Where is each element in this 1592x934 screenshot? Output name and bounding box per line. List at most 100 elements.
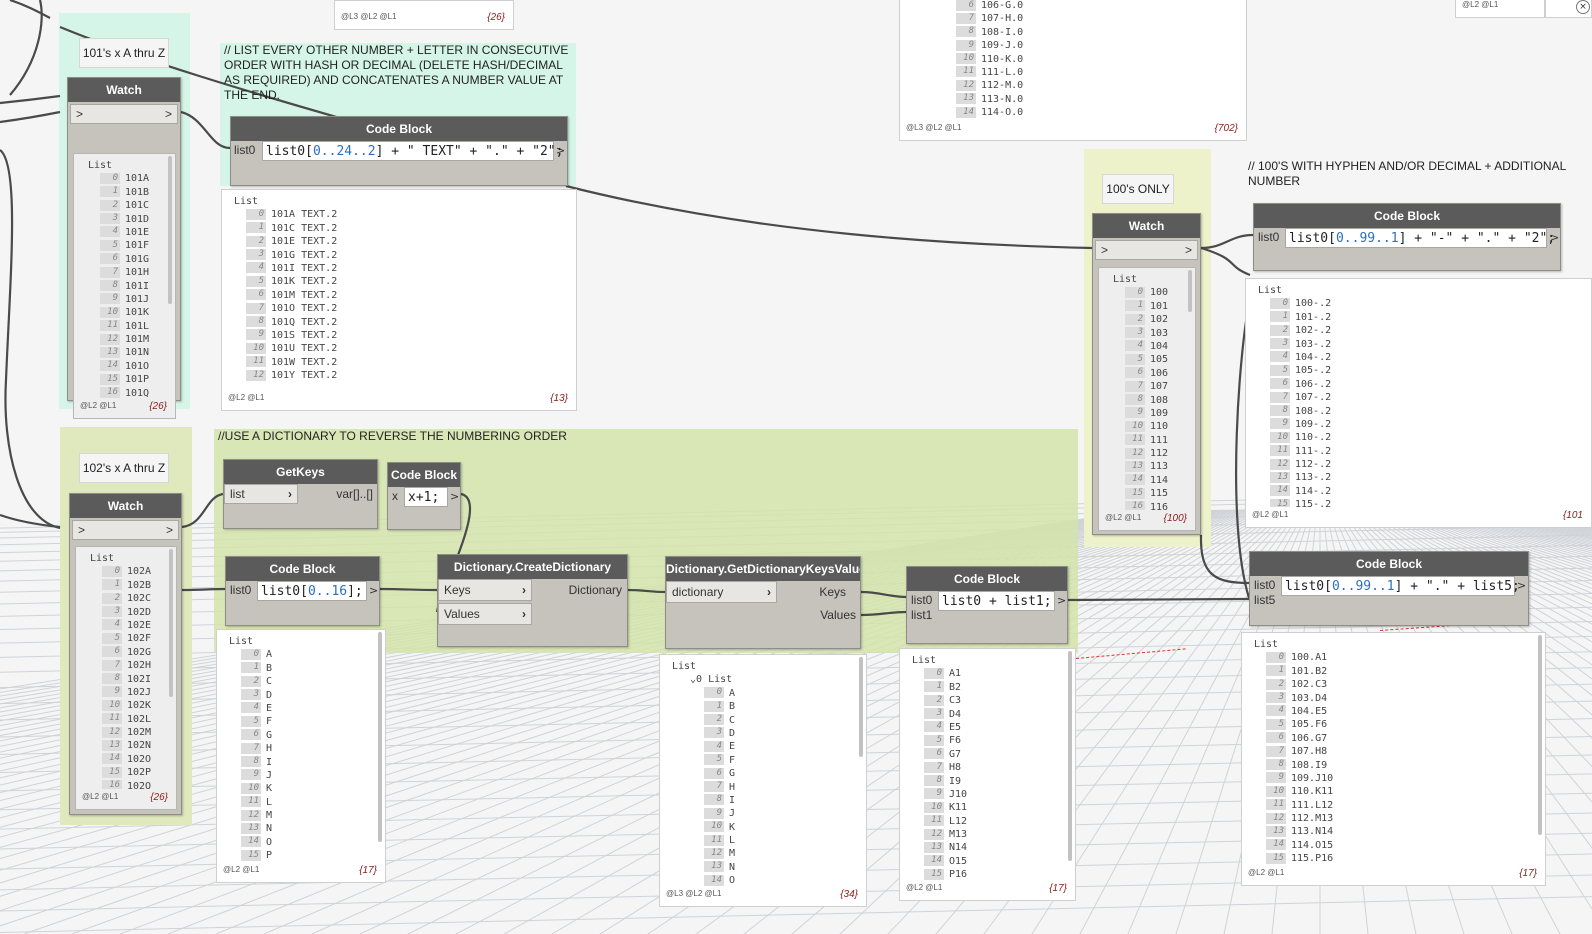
list-item[interactable]: 11 L xyxy=(672,834,866,847)
list-item[interactable]: 5 101F xyxy=(88,239,175,252)
list-item[interactable]: 6G xyxy=(672,767,866,780)
list-item[interactable]: 0 101A xyxy=(88,172,175,185)
list-item[interactable]: 13 N xyxy=(672,861,866,874)
watch-port-row[interactable]: > > xyxy=(70,104,178,124)
port-values[interactable]: Values › xyxy=(438,603,532,625)
dynamo-canvas[interactable]: // LIST EVERY OTHER NUMBER + LETTER IN C… xyxy=(0,0,1592,934)
list-item[interactable]: 10 K11 xyxy=(912,801,1075,814)
port-list5[interactable]: list5 xyxy=(1254,593,1275,607)
list-item[interactable]: 5 105 xyxy=(1113,353,1195,366)
list-item[interactable]: 12 112-.2 xyxy=(1258,458,1591,471)
list-item[interactable]: 0A xyxy=(229,648,385,661)
list-item[interactable]: 3 103.D4 xyxy=(1254,692,1545,705)
list-item[interactable]: 16 102Q xyxy=(90,780,176,789)
list-item[interactable]: 13 113-N.0 xyxy=(944,93,1246,106)
list-item[interactable]: 8I xyxy=(229,756,385,769)
list-item[interactable]: 6 106-.2 xyxy=(1258,378,1591,391)
list-item[interactable]: 10 102K xyxy=(90,699,176,712)
list-item[interactable]: 7 H8 xyxy=(912,761,1075,774)
preview-every-other[interactable]: List 0 101A TEXT.2 1 101C TEXT.2 2 101E TEXT.2… xyxy=(221,189,577,411)
list-item[interactable]: 2C xyxy=(229,675,385,688)
list-item[interactable]: 3 103 xyxy=(1113,327,1195,340)
list-item[interactable]: 11 101L xyxy=(88,320,175,333)
list-item[interactable]: 3 102D xyxy=(90,606,176,619)
output-port-arrow[interactable]: > xyxy=(165,107,172,121)
port-dictionary[interactable]: dictionary › xyxy=(666,581,777,603)
code-editor[interactable]: x+1; xyxy=(404,487,448,507)
list-item[interactable]: 7 101H xyxy=(88,266,175,279)
list-item[interactable]: 14 O15 xyxy=(912,855,1075,868)
list-item[interactable]: 12 112 xyxy=(1113,447,1195,460)
list-item[interactable]: 11 111-.2 xyxy=(1258,445,1591,458)
input-port-arrow[interactable]: > xyxy=(78,523,85,537)
list-item[interactable]: 9 101S TEXT.2 xyxy=(234,329,576,342)
preview-join-list5[interactable]: List 0 100.A1 1 101.B2 2 102.C3 3 103.D4 4 104.E5 5… xyxy=(1241,632,1546,886)
code-editor[interactable]: list0[0..99..1] + "." + list5; xyxy=(1281,576,1520,596)
preview-range-16[interactable]: List 0 A 1 B 2 C 3 D 4 E 5 F 6 G 7 H 8 I 9 J 10 K 11 L 12 M 13 N 14 O 1… xyxy=(216,629,386,883)
output-port-arrow[interactable]: > xyxy=(1517,579,1526,592)
list-item[interactable]: 4E xyxy=(229,702,385,715)
output-port-arrow[interactable]: > xyxy=(1185,243,1192,257)
expand-chevron-icon[interactable]: ⌄0 xyxy=(690,674,708,685)
scrollbar[interactable] xyxy=(1068,651,1072,861)
scrollbar[interactable] xyxy=(1188,270,1192,312)
list-item[interactable]: 8 108-I.0 xyxy=(944,26,1246,39)
list-item[interactable]: 1B xyxy=(229,662,385,675)
list-item[interactable]: 15 P16 xyxy=(912,868,1075,880)
list-item[interactable]: 9 101J xyxy=(88,293,175,306)
list-item[interactable]: 5 101K TEXT.2 xyxy=(234,275,576,288)
watch-port-row[interactable]: > > xyxy=(72,520,179,540)
top-watch-preview-left[interactable]: @L3 @L2 @L1 {26} xyxy=(334,0,514,30)
list-item[interactable]: 12 112.M13 xyxy=(1254,812,1545,825)
list-item[interactable]: 1 101-.2 xyxy=(1258,311,1591,324)
list-item[interactable]: 12 101M xyxy=(88,333,175,346)
list-item[interactable]: 13 113 xyxy=(1113,460,1195,473)
list-item[interactable]: 6 101M TEXT.2 xyxy=(234,289,576,302)
list-item[interactable]: 11 111.L12 xyxy=(1254,799,1545,812)
list-item[interactable]: 6G xyxy=(229,729,385,742)
list-item[interactable]: 13 102N xyxy=(90,739,176,752)
list-item[interactable]: 4E xyxy=(672,740,866,753)
list-item[interactable]: 7 107 xyxy=(1113,380,1195,393)
list-item[interactable]: 4 104-.2 xyxy=(1258,351,1591,364)
list-item[interactable]: 5 105.F6 xyxy=(1254,718,1545,731)
list-item[interactable]: 2 102 xyxy=(1113,313,1195,326)
list-item[interactable]: 6 101G xyxy=(88,253,175,266)
list-item[interactable]: 1 101B xyxy=(88,186,175,199)
port-keys[interactable]: Keys › xyxy=(438,579,532,601)
list-item[interactable]: 12 101Y TEXT.2 xyxy=(234,369,576,382)
list-item[interactable]: 3D xyxy=(229,689,385,702)
close-icon[interactable]: × xyxy=(1576,0,1590,14)
create-dictionary-node[interactable]: Dictionary.CreateDictionary Keys › Values… xyxy=(437,554,628,647)
list-item[interactable]: 5 F6 xyxy=(912,734,1075,747)
code-editor[interactable]: list0 + list1; xyxy=(938,591,1055,611)
list-item[interactable]: 15 115.P16 xyxy=(1254,852,1545,865)
list-item[interactable]: 9 109-.2 xyxy=(1258,418,1591,431)
list-item[interactable]: 1B xyxy=(672,700,866,713)
list-item[interactable]: 9 109-J.0 xyxy=(944,39,1246,52)
list-item[interactable]: 10 110.K11 xyxy=(1254,785,1545,798)
list-item[interactable]: 13 101N xyxy=(88,346,175,359)
list-item[interactable]: 10 K xyxy=(672,821,866,834)
scrollbar[interactable] xyxy=(859,657,863,757)
list-item[interactable]: 13 113.N14 xyxy=(1254,825,1545,838)
list-item[interactable]: 3 101D xyxy=(88,213,175,226)
list-item[interactable]: 10 K xyxy=(229,782,385,795)
list-item[interactable]: 0 102A xyxy=(90,565,176,578)
list-item[interactable]: 14 102O xyxy=(90,753,176,766)
list-item[interactable]: 11 102L xyxy=(90,713,176,726)
code-editor[interactable]: list0[0..99..1] + "-" + "." + "2"; xyxy=(1285,228,1555,248)
list-item[interactable]: 4 101E xyxy=(88,226,175,239)
port-list0[interactable]: list0 xyxy=(911,593,932,607)
list-item[interactable]: 8 101I xyxy=(88,280,175,293)
list-item[interactable]: 7H xyxy=(229,742,385,755)
list-item[interactable]: 11 L xyxy=(229,796,385,809)
list-item[interactable]: 9 109 xyxy=(1113,407,1195,420)
list-item[interactable]: 2 102.C3 xyxy=(1254,678,1545,691)
list-item[interactable]: 9 109.J10 xyxy=(1254,772,1545,785)
code-block-join-list5[interactable]: Code Block list0 list5 list0[0..99..1] +… xyxy=(1249,551,1529,626)
list-item[interactable]: 13 N14 xyxy=(912,841,1075,854)
list-item[interactable]: 12 112-M.0 xyxy=(944,79,1246,92)
port-list0[interactable]: list0 xyxy=(234,143,255,157)
list-item[interactable]: 9 102J xyxy=(90,686,176,699)
